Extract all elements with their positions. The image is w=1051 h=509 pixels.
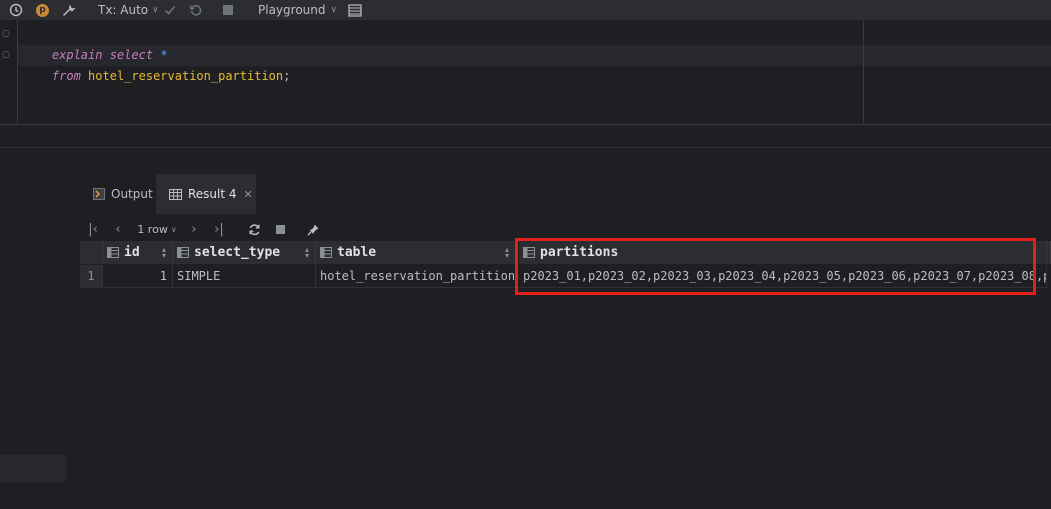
sort-icon[interactable]: ▴ ▾ [505, 245, 509, 259]
fold-marker-icon: ○ [2, 50, 10, 60]
rollback-icon[interactable] [189, 0, 203, 20]
cell-id[interactable]: 1 [103, 265, 173, 288]
tab-output[interactable]: Output [86, 174, 153, 214]
profile-letter: p [36, 3, 49, 17]
first-page-icon[interactable]: |‹ [86, 221, 100, 237]
table-layout-icon[interactable] [348, 0, 362, 20]
column-label-id: id [124, 245, 140, 260]
previous-page-icon[interactable]: ‹ [112, 221, 124, 237]
profile-badge[interactable]: p [36, 0, 49, 20]
chevron-down-icon: ∨ [152, 5, 159, 15]
semicolon: ; [283, 69, 291, 83]
right-margin-guide [863, 20, 864, 124]
table-grid-icon [169, 188, 182, 200]
code-line-2[interactable]: from hotel_reservation_partition; [23, 45, 290, 108]
last-page-icon[interactable]: ›| [212, 221, 226, 237]
playground-label: Playground [258, 3, 326, 17]
pin-icon[interactable] [305, 221, 321, 237]
commit-check-icon[interactable] [163, 0, 177, 20]
wrench-icon[interactable] [62, 0, 76, 20]
services-bar [0, 125, 1051, 148]
tab-result-4[interactable]: Result 4 ✕ [156, 174, 256, 214]
column-header-table[interactable]: table ▴ ▾ [316, 241, 516, 264]
highlight-annotation-box [515, 238, 1036, 295]
column-icon [320, 247, 332, 258]
table-identifier: hotel_reservation_partition [88, 69, 284, 83]
chevron-down-icon: ∨ [170, 224, 177, 234]
gutter-divider [17, 20, 18, 124]
tab-output-label: Output [111, 187, 153, 201]
column-header-next [1047, 241, 1051, 264]
sql-editor[interactable]: ○ ○ explain select * from hotel_reservat… [0, 20, 1051, 124]
tx-mode-label: Tx: Auto [98, 3, 149, 17]
stop-icon[interactable] [223, 0, 233, 20]
chevron-down-icon: ∨ [330, 5, 338, 15]
side-panel-stub [0, 455, 66, 482]
toolbar: p Tx: Auto ∨ Playground ∨ [0, 0, 1051, 20]
results-panel: Output Result 4 ✕ [0, 148, 1051, 509]
sort-icon[interactable]: ▴ ▾ [162, 245, 166, 259]
row-number-header [80, 241, 103, 264]
row-number[interactable]: 1 [80, 265, 103, 288]
column-header-select-type[interactable]: select_type ▴ ▾ [173, 241, 316, 264]
playground-dropdown[interactable]: Playground ∨ [258, 0, 337, 20]
output-console-icon [93, 188, 105, 200]
column-header-id[interactable]: id ▴ ▾ [103, 241, 173, 264]
column-label-table: table [337, 245, 377, 260]
reload-icon[interactable] [246, 221, 262, 237]
next-page-icon[interactable]: › [188, 221, 200, 237]
cell-select-type[interactable]: SIMPLE [173, 265, 316, 288]
stop-query-icon[interactable] [274, 221, 286, 237]
row-count-label: 1 row [137, 222, 168, 236]
sort-icon[interactable]: ▴ ▾ [305, 245, 309, 259]
row-count-dropdown[interactable]: 1 row ∨ [134, 221, 180, 237]
close-icon[interactable]: ✕ [244, 188, 253, 201]
column-label-select-type: select_type [194, 245, 281, 260]
history-icon[interactable] [9, 0, 23, 20]
column-icon [177, 247, 189, 258]
keyword-from: from [51, 69, 81, 83]
tab-result-label: Result 4 [188, 187, 237, 201]
fold-marker-icon: ○ [2, 29, 10, 39]
cell-table[interactable]: hotel_reservation_partition [316, 265, 516, 288]
column-icon [107, 247, 119, 258]
transaction-mode-dropdown[interactable]: Tx: Auto ∨ [98, 0, 159, 20]
